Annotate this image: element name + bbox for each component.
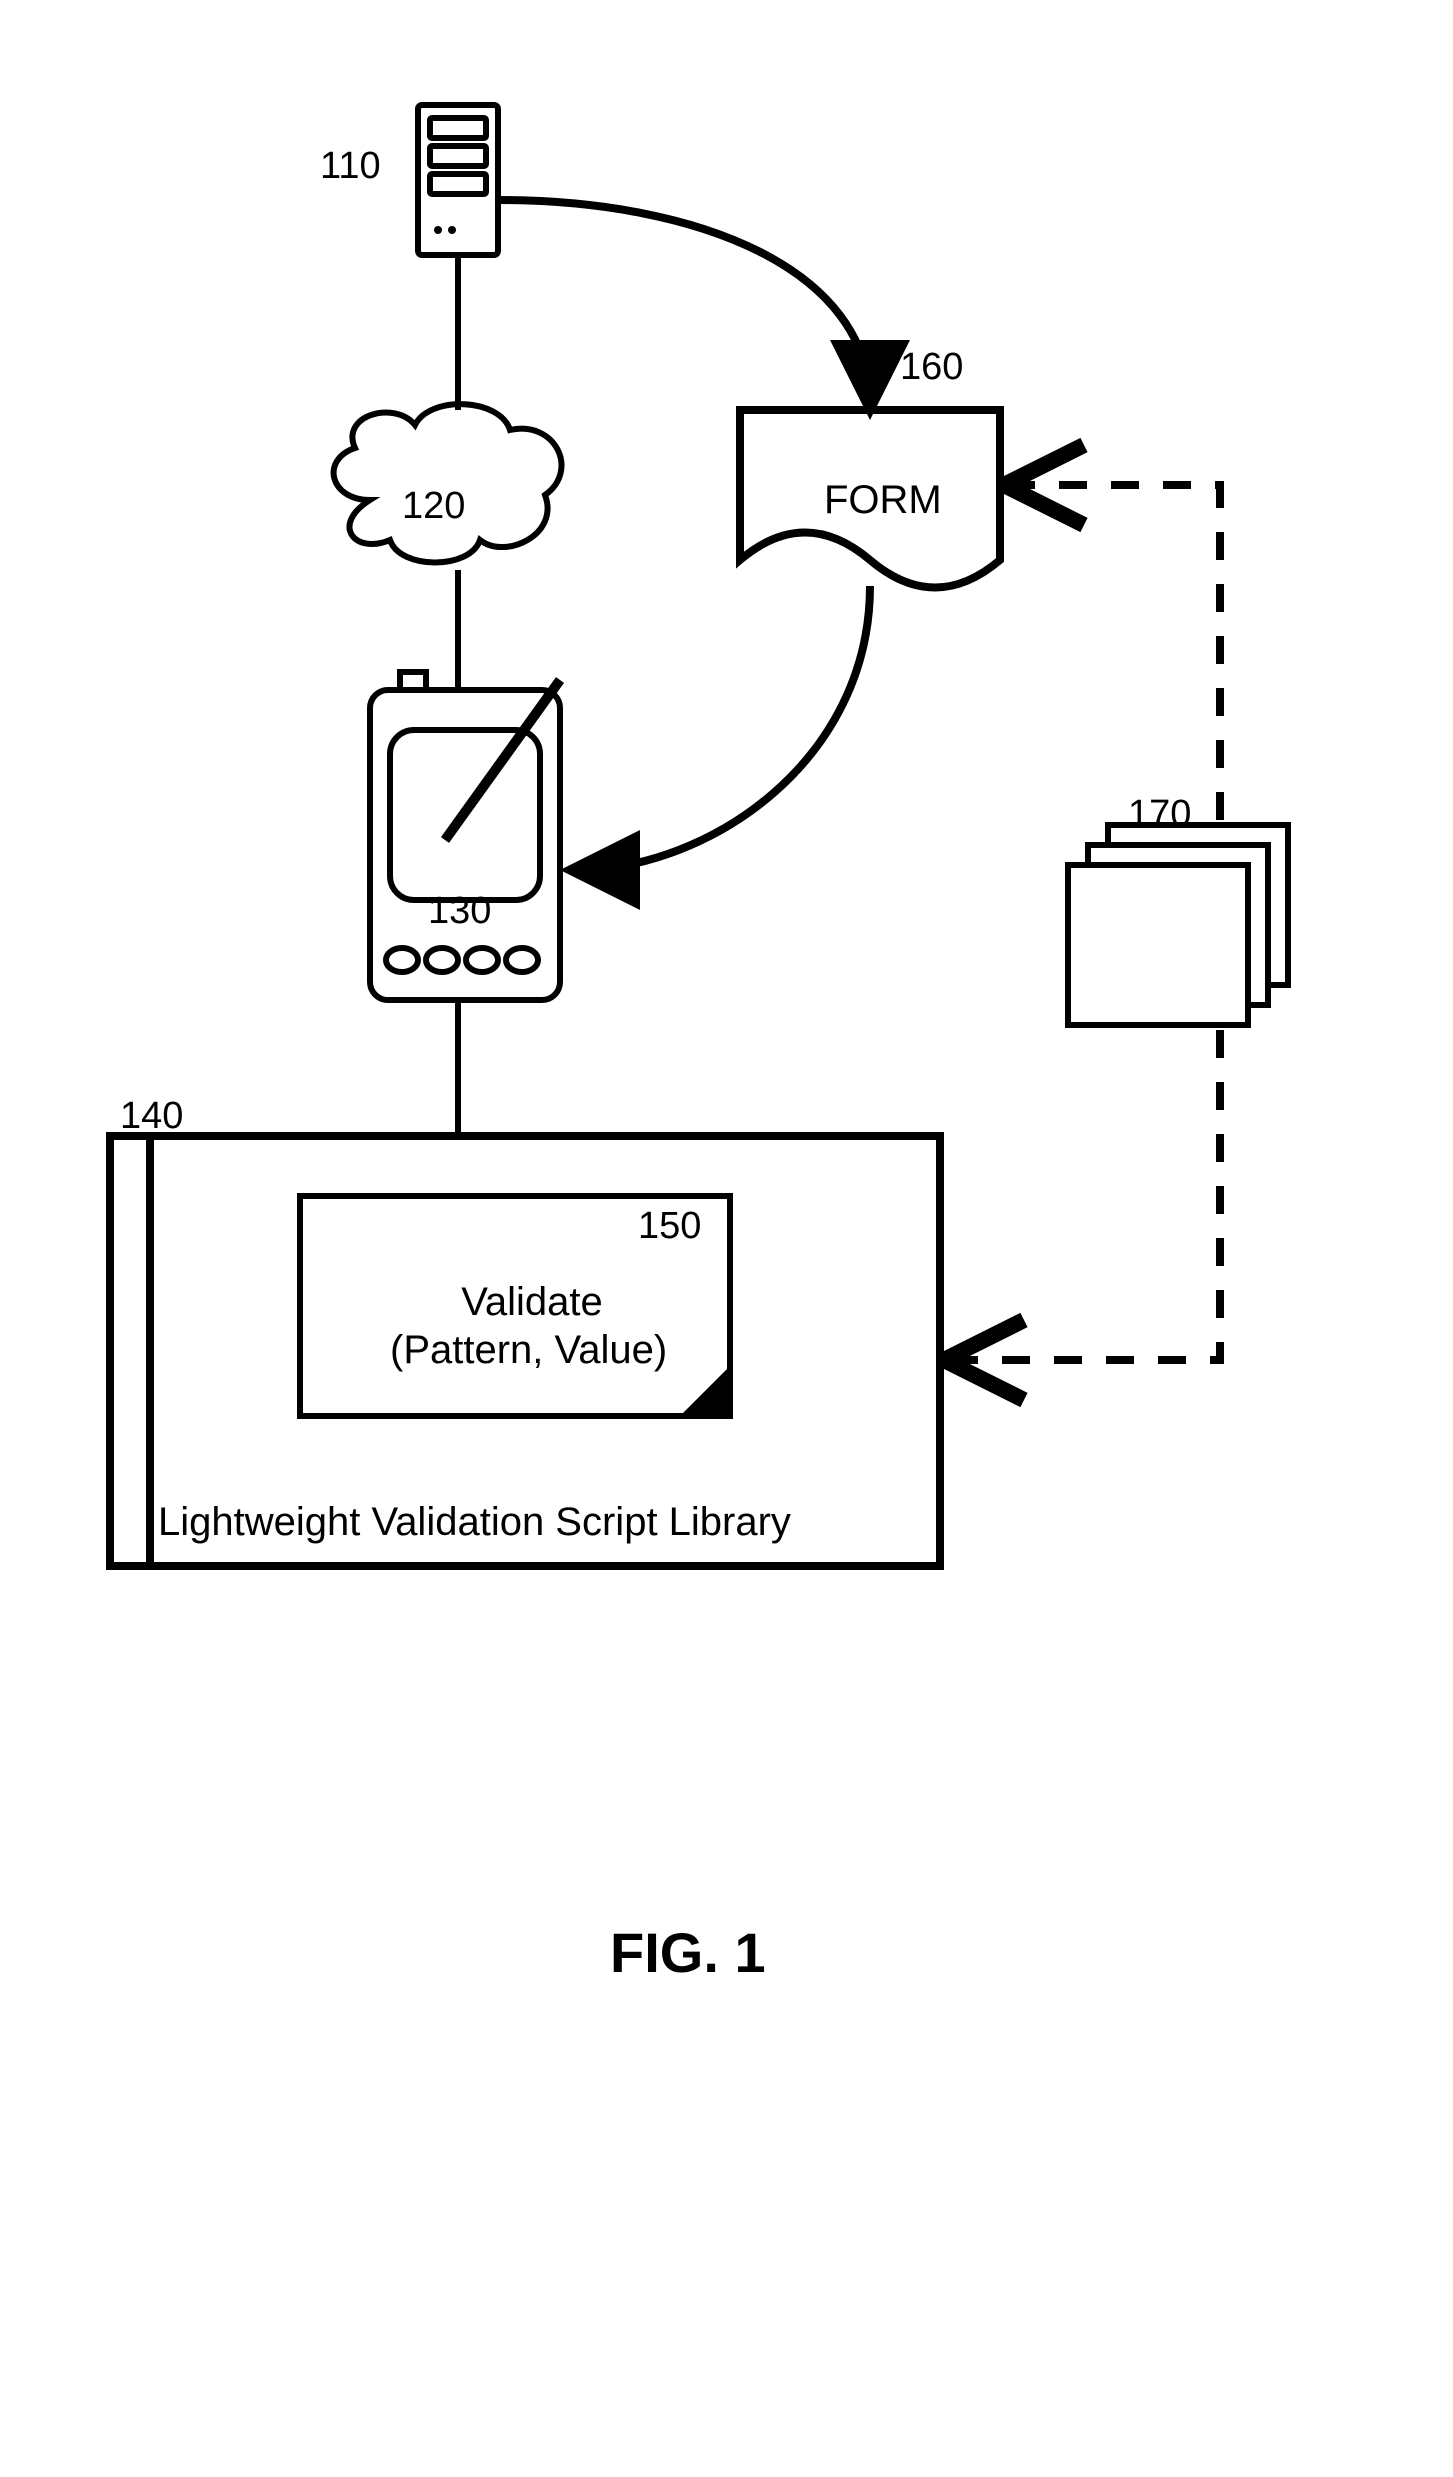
diagram-svg: [0, 0, 1453, 2477]
cloud-icon: [334, 404, 562, 562]
server-icon: [418, 105, 498, 255]
form-document-icon: [740, 410, 1000, 588]
arrow-form-to-pda: [576, 586, 870, 870]
arrow-pattern-to-form: [1012, 485, 1220, 820]
figure-page: 110 120 130 140 150 160 170 FORM Pattern…: [0, 0, 1453, 2477]
pda-icon: [370, 672, 560, 1000]
pattern-value-stack: [1068, 825, 1288, 1025]
library-box: [110, 1136, 940, 1566]
arrow-server-to-form: [498, 200, 870, 404]
validate-box: [300, 1196, 730, 1416]
arrow-pattern-to-library: [952, 1030, 1220, 1360]
